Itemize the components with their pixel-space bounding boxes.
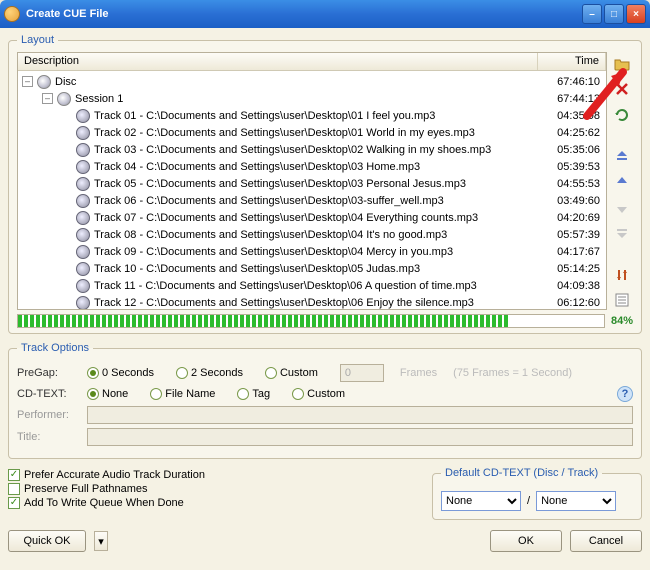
default-cdtext-legend: Default CD-TEXT (Disc / Track) — [441, 467, 602, 479]
tree-track-row[interactable]: Track 06 - C:\Documents and Settings\use… — [18, 192, 606, 209]
disc-icon — [37, 75, 51, 89]
cdtext-none-radio[interactable]: None — [87, 388, 128, 400]
maximize-button[interactable]: □ — [604, 4, 624, 24]
tree-track-row[interactable]: Track 07 - C:\Documents and Settings\use… — [18, 209, 606, 226]
tree-session-row[interactable]: –Session 167:44:13 — [18, 90, 606, 107]
track-tree[interactable]: Description Time –Disc67:46:10–Session 1… — [17, 52, 607, 310]
check-add-write-queue[interactable]: Add To Write Queue When Done — [8, 497, 420, 509]
pregap-label: PreGap: — [17, 367, 79, 379]
tree-track-row[interactable]: Track 10 - C:\Documents and Settings\use… — [18, 260, 606, 277]
sort-toggle-button[interactable] — [612, 265, 632, 285]
tree-body[interactable]: –Disc67:46:10–Session 167:44:13Track 01 … — [18, 71, 606, 309]
cdtext-tag-radio[interactable]: Tag — [237, 388, 270, 400]
track-icon — [76, 245, 90, 259]
cdtext-label: CD-TEXT: — [17, 388, 79, 400]
pregap-custom-radio[interactable]: Custom — [265, 367, 318, 379]
title-input[interactable] — [87, 428, 633, 446]
track-icon — [76, 143, 90, 157]
close-button[interactable]: × — [626, 4, 646, 24]
cancel-button[interactable]: Cancel — [570, 530, 642, 552]
layout-legend: Layout — [17, 34, 58, 46]
capacity-pct: 84% — [611, 315, 633, 327]
tree-header: Description Time — [18, 53, 606, 71]
move-up-button[interactable] — [612, 172, 632, 192]
window-title: Create CUE File — [26, 8, 582, 20]
expander-icon[interactable]: – — [42, 93, 53, 104]
track-icon — [76, 126, 90, 140]
track-icon — [76, 160, 90, 174]
tree-track-row[interactable]: Track 01 - C:\Documents and Settings\use… — [18, 107, 606, 124]
tree-track-row[interactable]: Track 08 - C:\Documents and Settings\use… — [18, 226, 606, 243]
pregap-custom-input[interactable] — [340, 364, 384, 382]
title-label: Title: — [17, 431, 79, 443]
cdtext-help-icon[interactable]: ? — [617, 386, 633, 402]
quick-ok-button[interactable]: Quick OK — [8, 530, 86, 552]
properties-button[interactable] — [612, 290, 632, 310]
check-preserve-pathnames[interactable]: Preserve Full Pathnames — [8, 483, 420, 495]
tree-track-row[interactable]: Track 05 - C:\Documents and Settings\use… — [18, 175, 606, 192]
track-icon — [76, 296, 90, 310]
tree-track-row[interactable]: Track 03 - C:\Documents and Settings\use… — [18, 141, 606, 158]
cdtext-filename-radio[interactable]: File Name — [150, 388, 215, 400]
open-folder-button[interactable] — [612, 54, 632, 74]
move-top-button[interactable] — [612, 147, 632, 167]
col-description[interactable]: Description — [18, 53, 538, 70]
performer-label: Performer: — [17, 409, 79, 421]
tree-track-row[interactable]: Track 09 - C:\Documents and Settings\use… — [18, 243, 606, 260]
title-bar: Create CUE File – □ × — [0, 0, 650, 28]
track-icon — [76, 228, 90, 242]
track-icon — [76, 177, 90, 191]
check-accurate-duration[interactable]: Prefer Accurate Audio Track Duration — [8, 469, 420, 481]
move-bottom-button[interactable] — [612, 223, 632, 243]
track-icon — [76, 194, 90, 208]
capacity-progress — [17, 314, 605, 328]
performer-input[interactable] — [87, 406, 633, 424]
default-cdtext-disc-select[interactable]: None — [441, 491, 521, 511]
track-icon — [76, 279, 90, 293]
minimize-button[interactable]: – — [582, 4, 602, 24]
cdtext-custom-radio[interactable]: Custom — [292, 388, 345, 400]
options-legend: Track Options — [17, 342, 93, 354]
slash-sep: / — [527, 495, 530, 507]
track-options-group: Track Options PreGap: 0 Seconds 2 Second… — [8, 342, 642, 459]
move-down-button[interactable] — [612, 198, 632, 218]
track-icon — [76, 109, 90, 123]
frames-hint: (75 Frames = 1 Second) — [453, 367, 572, 379]
app-icon — [4, 6, 20, 22]
tree-track-row[interactable]: Track 12 - C:\Documents and Settings\use… — [18, 294, 606, 309]
expander-icon[interactable]: – — [22, 76, 33, 87]
tree-track-row[interactable]: Track 04 - C:\Documents and Settings\use… — [18, 158, 606, 175]
frames-label: Frames — [400, 367, 437, 379]
default-cdtext-group: Default CD-TEXT (Disc / Track) None / No… — [432, 467, 642, 520]
pregap-0s-radio[interactable]: 0 Seconds — [87, 367, 154, 379]
quick-ok-dropdown-icon[interactable]: ▾ — [94, 531, 108, 551]
disc-icon — [57, 92, 71, 106]
refresh-button[interactable] — [612, 105, 632, 125]
track-icon — [76, 211, 90, 225]
layout-group: Layout Description Time –Disc67:46:10–Se… — [8, 34, 642, 334]
tree-track-row[interactable]: Track 02 - C:\Documents and Settings\use… — [18, 124, 606, 141]
col-time[interactable]: Time — [538, 53, 606, 70]
default-cdtext-track-select[interactable]: None — [536, 491, 616, 511]
delete-button[interactable] — [612, 80, 632, 100]
ok-button[interactable]: OK — [490, 530, 562, 552]
tree-track-row[interactable]: Track 11 - C:\Documents and Settings\use… — [18, 277, 606, 294]
pregap-2s-radio[interactable]: 2 Seconds — [176, 367, 243, 379]
track-icon — [76, 262, 90, 276]
tree-disc-row[interactable]: –Disc67:46:10 — [18, 73, 606, 90]
